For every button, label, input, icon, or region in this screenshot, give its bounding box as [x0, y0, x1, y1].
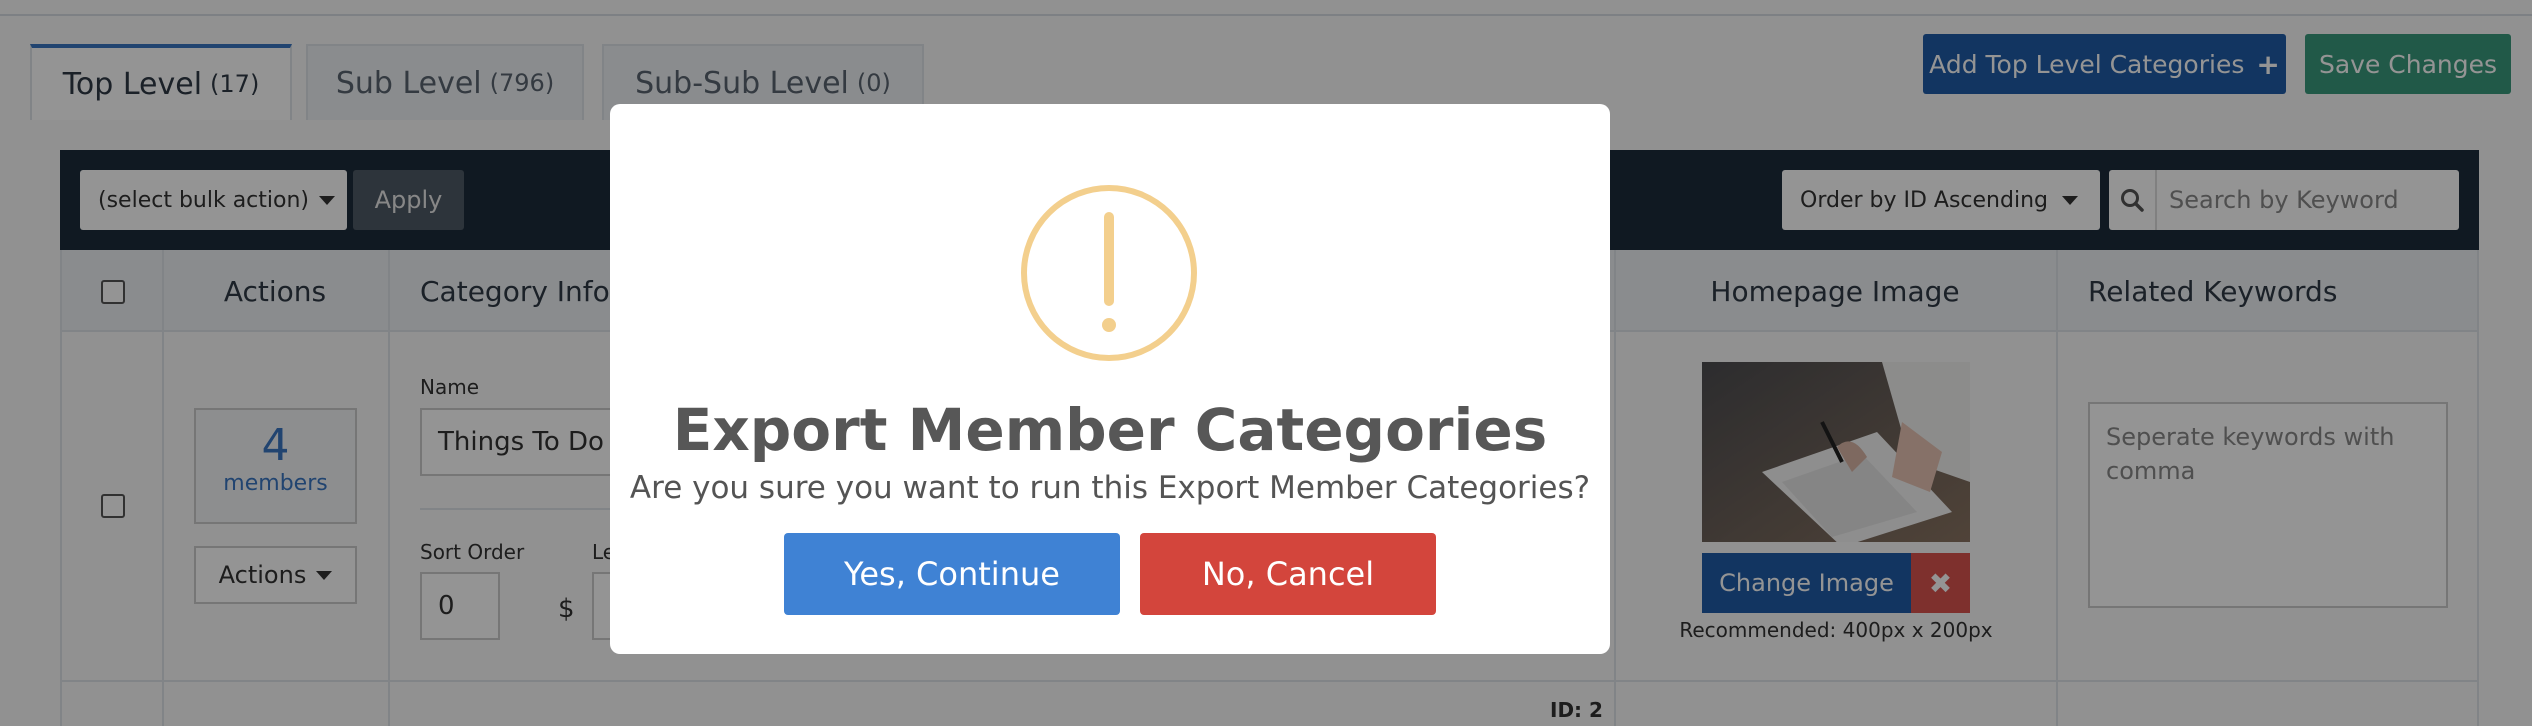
dialog-title: Export Member Categories — [672, 396, 1548, 464]
confirm-button[interactable]: Yes, Continue — [784, 533, 1120, 615]
warning-icon-bar — [1104, 212, 1114, 306]
confirm-label: Yes, Continue — [844, 555, 1060, 593]
warning-icon-dot — [1102, 318, 1116, 332]
dialog-message: Are you sure you want to run this Export… — [629, 470, 1591, 506]
cancel-label: No, Cancel — [1201, 555, 1375, 593]
cancel-button[interactable]: No, Cancel — [1140, 533, 1436, 615]
